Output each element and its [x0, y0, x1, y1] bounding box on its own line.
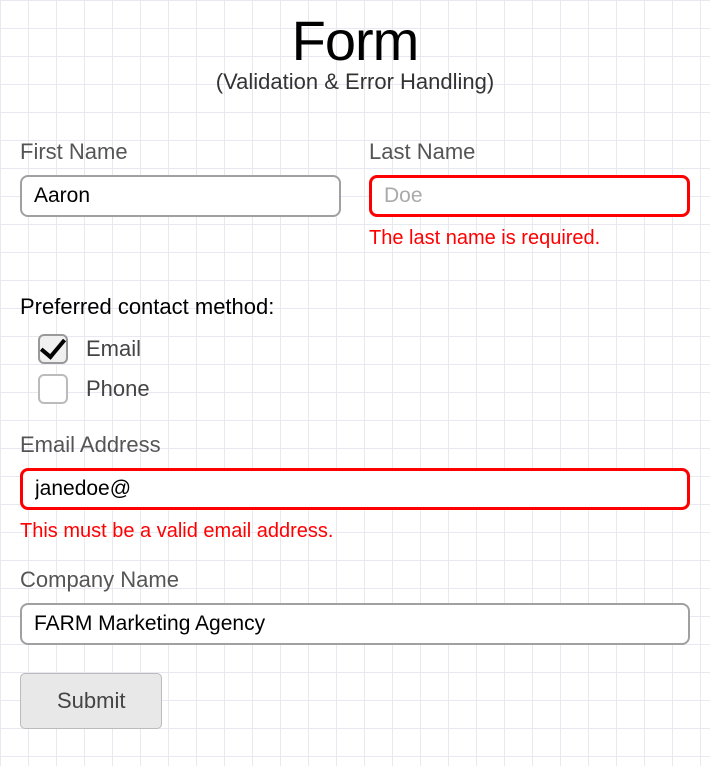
first-name-input[interactable] [20, 175, 341, 217]
contact-method-label: Preferred contact method: [20, 294, 690, 320]
contact-option-email: Email [38, 334, 690, 364]
email-checkbox-label: Email [86, 336, 141, 362]
email-group: Email Address This must be a valid email… [20, 432, 690, 543]
page-title: Form [20, 8, 690, 73]
contact-method-section: Preferred contact method: Email Phone [20, 294, 690, 404]
last-name-group: Last Name The last name is required. [369, 139, 690, 250]
page-subtitle: (Validation & Error Handling) [20, 69, 690, 95]
email-checkbox[interactable] [38, 334, 68, 364]
last-name-input[interactable] [369, 175, 690, 217]
last-name-label: Last Name [369, 139, 690, 165]
company-group: Company Name [20, 567, 690, 645]
submit-button[interactable]: Submit [20, 673, 162, 729]
email-error: This must be a valid email address. [20, 520, 690, 543]
company-input[interactable] [20, 603, 690, 645]
phone-checkbox-label: Phone [86, 376, 150, 402]
email-input[interactable] [20, 468, 690, 510]
first-name-label: First Name [20, 139, 341, 165]
first-name-group: First Name [20, 139, 341, 250]
last-name-error: The last name is required. [369, 227, 690, 250]
company-label: Company Name [20, 567, 690, 593]
contact-option-phone: Phone [38, 374, 690, 404]
email-label: Email Address [20, 432, 690, 458]
phone-checkbox[interactable] [38, 374, 68, 404]
form-header: Form (Validation & Error Handling) [20, 0, 690, 95]
